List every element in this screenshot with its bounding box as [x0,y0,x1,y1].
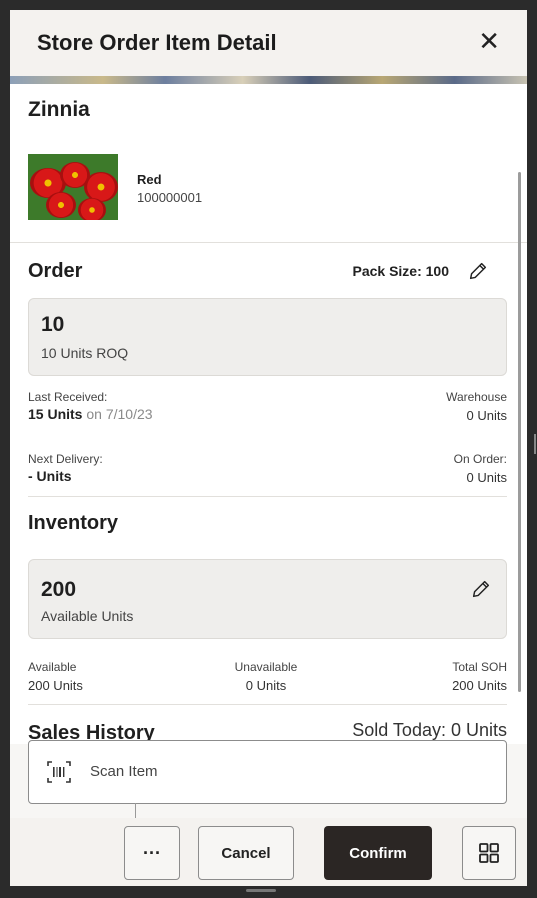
edit-inventory-icon[interactable] [470,578,492,600]
divider [10,242,527,243]
barcode-icon [47,761,71,783]
connector-line [135,803,136,819]
scan-item-field[interactable]: Scan Item [28,740,507,804]
item-detail-dialog: Store Order Item Detail ✕ Zinnia Red 100… [10,10,527,886]
on-order-label: On Order: [453,452,507,466]
on-order-value: 0 Units [466,470,507,485]
warehouse-value: 0 Units [466,408,507,423]
resize-handle[interactable] [534,434,536,454]
inventory-quantity: 200 [41,578,77,601]
available-value: 200 Units [28,678,83,693]
last-received-value: 15 Units on 7/10/23 [28,406,153,422]
last-received-date: on 7/10/23 [86,406,153,422]
order-quantity-sub: 10 Units ROQ [41,345,129,361]
pack-size: Pack Size: 100 [352,263,449,279]
more-actions-button[interactable]: ··· [124,826,180,880]
order-section-title: Order [28,260,83,282]
next-delivery-value: - Units [28,468,72,484]
inventory-section-title: Inventory [28,512,119,534]
product-name: Zinnia [28,98,90,121]
available-label: Available [28,660,77,674]
home-indicator[interactable] [246,889,276,892]
order-quantity: 10 [41,313,65,336]
confirm-button[interactable]: Confirm [324,826,432,880]
divider [28,704,507,705]
unavailable-value: 0 Units [245,678,287,693]
edit-pack-size-icon[interactable] [467,260,489,282]
product-sku: 100000001 [137,190,203,205]
product-image [28,154,118,220]
dialog-title: Store Order Item Detail [37,30,277,55]
scrollbar[interactable] [518,172,521,692]
warehouse-label: Warehouse [446,390,507,404]
total-soh-label: Total SOH [452,660,507,674]
last-received-label: Last Received: [28,390,108,404]
inventory-quantity-card[interactable]: 200 Available Units [28,559,507,639]
dialog-header: Store Order Item Detail ✕ [10,10,527,80]
decorative-banner [10,76,527,84]
next-delivery-label: Next Delivery: [28,452,103,466]
order-quantity-card[interactable]: 10 10 Units ROQ [28,298,507,376]
product-variant: Red [137,172,162,187]
scan-item-label: Scan Item [90,763,158,780]
total-soh-value: 200 Units [452,678,507,693]
sold-today: Sold Today: 0 Units [352,720,507,740]
unavailable-label: Unavailable [234,660,298,674]
grid-icon [479,843,499,863]
detail-content[interactable]: Zinnia Red 100000001 Order Pack Size: 10… [10,84,527,744]
cancel-button[interactable]: Cancel [198,826,294,880]
close-icon[interactable]: ✕ [478,28,500,54]
divider [28,496,507,497]
inventory-quantity-sub: Available Units [41,608,134,624]
grid-menu-button[interactable] [462,826,516,880]
